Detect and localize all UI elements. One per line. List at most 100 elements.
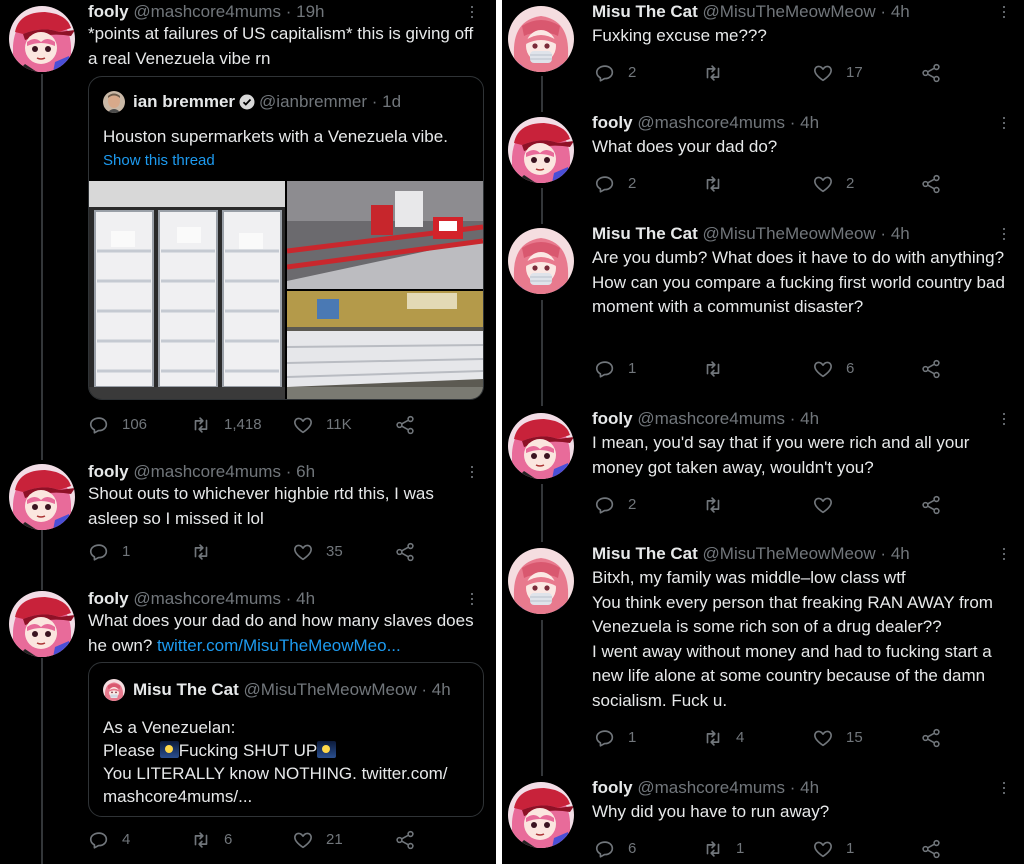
avatar[interactable] <box>508 548 574 614</box>
avatar[interactable] <box>9 464 75 530</box>
share-button[interactable] <box>394 829 428 851</box>
handle[interactable]: @mashcore4mums <box>637 778 785 797</box>
share-button[interactable] <box>394 414 428 436</box>
avatar[interactable] <box>9 6 75 72</box>
timestamp[interactable]: 4h <box>891 224 910 243</box>
like-button[interactable]: 21 <box>292 829 343 851</box>
tweet[interactable]: fooly @mashcore4mums · 4h ··· I mean, yo… <box>502 407 1024 537</box>
display-name[interactable]: fooly <box>592 113 633 132</box>
retweet-button[interactable]: 6 <box>190 829 232 851</box>
retweet-button[interactable] <box>702 358 736 380</box>
photo-empty-refrigerated-cases[interactable] <box>287 291 483 399</box>
retweet-count: 6 <box>224 831 233 848</box>
more-icon[interactable]: ··· <box>995 780 1015 795</box>
avatar[interactable] <box>9 591 75 657</box>
tweet-text: Are you dumb? What does it have to do wi… <box>592 248 1005 316</box>
reply-button[interactable]: 4 <box>88 829 130 851</box>
share-button[interactable] <box>920 838 954 860</box>
reply-button[interactable]: 1 <box>594 727 636 749</box>
handle[interactable]: @MisuTheMeowMeow <box>703 2 876 21</box>
share-button[interactable] <box>920 173 954 195</box>
timestamp[interactable]: 4h <box>800 778 819 797</box>
photo-empty-shelves[interactable] <box>287 181 483 289</box>
retweet-button[interactable]: 4 <box>702 727 744 749</box>
more-icon[interactable]: ··· <box>995 115 1015 130</box>
share-button[interactable] <box>920 358 954 380</box>
reply-button[interactable]: 6 <box>594 838 636 860</box>
tweet[interactable]: Misu The Cat @MisuTheMeowMeow · 4h ··· B… <box>502 542 1024 770</box>
like-button[interactable]: 6 <box>812 358 854 380</box>
timestamp[interactable]: 19h <box>296 2 324 21</box>
reply-button[interactable]: 2 <box>594 494 636 516</box>
retweet-button[interactable]: 1,418 <box>190 414 262 436</box>
display-name[interactable]: Misu The Cat <box>592 544 698 563</box>
timestamp[interactable]: 4h <box>800 409 819 428</box>
tweet[interactable]: Misu The Cat @MisuTheMeowMeow · 4h ··· F… <box>502 0 1024 104</box>
share-button[interactable] <box>394 541 428 563</box>
more-icon[interactable]: ··· <box>995 4 1015 19</box>
tweet[interactable]: fooly @mashcore4mums · 19h ··· *points a… <box>0 0 496 450</box>
reply-button[interactable]: 1 <box>594 358 636 380</box>
tweet[interactable]: Misu The Cat @MisuTheMeowMeow · 4h ··· A… <box>502 222 1024 398</box>
handle[interactable]: @mashcore4mums <box>133 2 281 21</box>
retweet-button[interactable] <box>190 541 224 563</box>
more-icon[interactable]: ··· <box>463 4 483 19</box>
more-icon[interactable]: ··· <box>995 226 1015 241</box>
like-button[interactable]: 11K <box>292 414 352 436</box>
quoted-tweet[interactable]: ian bremmer @ianbremmer · 1d Houston sup… <box>88 76 484 400</box>
tweet[interactable]: fooly @mashcore4mums · 6h ··· Shout outs… <box>0 460 496 580</box>
display-name[interactable]: Misu The Cat <box>592 2 698 21</box>
handle[interactable]: @mashcore4mums <box>637 409 785 428</box>
avatar[interactable] <box>508 6 574 72</box>
timestamp[interactable]: 4h <box>800 113 819 132</box>
like-button[interactable]: 35 <box>292 541 343 563</box>
share-button[interactable] <box>920 62 954 84</box>
display-name[interactable]: fooly <box>592 409 633 428</box>
avatar[interactable] <box>508 782 574 848</box>
handle[interactable]: @MisuTheMeowMeow <box>703 224 876 243</box>
avatar[interactable] <box>508 117 574 183</box>
retweet-button[interactable]: 1 <box>702 838 744 860</box>
reply-button[interactable]: 106 <box>88 414 147 436</box>
more-icon[interactable]: ··· <box>995 411 1015 426</box>
display-name[interactable]: fooly <box>88 2 129 21</box>
display-name[interactable]: Misu The Cat <box>592 224 698 243</box>
like-button[interactable]: 1 <box>812 838 854 860</box>
display-name[interactable]: fooly <box>88 462 129 481</box>
reply-button[interactable]: 1 <box>88 541 130 563</box>
tweet-link[interactable]: twitter.com/MisuTheMeowMeo... <box>157 636 401 655</box>
avatar[interactable] <box>508 228 574 294</box>
quoted-tweet[interactable]: Misu The Cat @MisuTheMeowMeow · 4h As a … <box>88 662 484 817</box>
reply-button[interactable]: 2 <box>594 173 636 195</box>
like-button[interactable] <box>812 494 846 516</box>
retweet-button[interactable] <box>702 62 736 84</box>
handle[interactable]: @mashcore4mums <box>133 462 281 481</box>
like-button[interactable]: 2 <box>812 173 854 195</box>
display-name[interactable]: fooly <box>88 589 129 608</box>
tweet[interactable]: fooly @mashcore4mums · 4h ··· Why did yo… <box>502 776 1024 864</box>
handle[interactable]: @mashcore4mums <box>133 589 281 608</box>
timestamp[interactable]: 4h <box>891 544 910 563</box>
tweet[interactable]: fooly @mashcore4mums · 4h ··· What does … <box>502 111 1024 215</box>
timestamp[interactable]: 4h <box>296 589 315 608</box>
timestamp[interactable]: 4h <box>891 2 910 21</box>
avatar[interactable] <box>508 413 574 479</box>
share-button[interactable] <box>920 727 954 749</box>
photo-freezer-aisle[interactable] <box>89 181 285 399</box>
more-icon[interactable]: ··· <box>463 464 483 479</box>
reply-button[interactable]: 2 <box>594 62 636 84</box>
reply-count: 2 <box>628 64 637 81</box>
share-button[interactable] <box>920 494 954 516</box>
display-name[interactable]: fooly <box>592 778 633 797</box>
retweet-button[interactable] <box>702 173 736 195</box>
handle[interactable]: @MisuTheMeowMeow <box>703 544 876 563</box>
retweet-button[interactable] <box>702 494 736 516</box>
like-button[interactable]: 17 <box>812 62 863 84</box>
more-icon[interactable]: ··· <box>463 591 483 606</box>
like-button[interactable]: 15 <box>812 727 863 749</box>
show-thread-link[interactable]: Show this thread <box>103 152 215 169</box>
handle[interactable]: @mashcore4mums <box>637 113 785 132</box>
timestamp[interactable]: 6h <box>296 462 315 481</box>
tweet[interactable]: fooly @mashcore4mums · 4h ··· What does … <box>0 587 496 864</box>
more-icon[interactable]: ··· <box>995 546 1015 561</box>
